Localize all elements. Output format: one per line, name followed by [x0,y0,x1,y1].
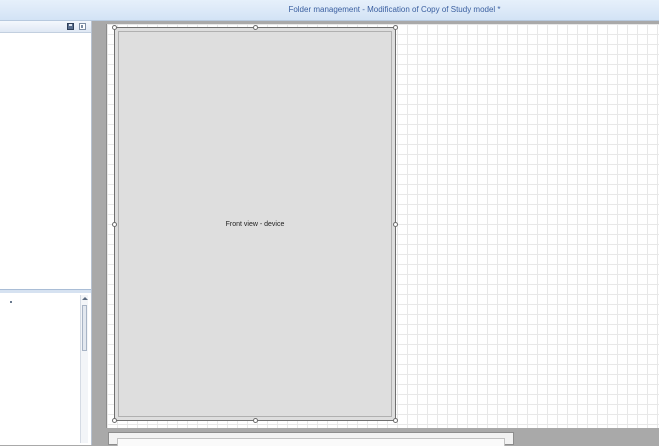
bottom-panel [108,432,514,446]
resize-handle-bottom-right[interactable] [393,418,398,423]
save-icon[interactable] [67,23,74,30]
resize-handle-bottom-left[interactable] [112,418,117,423]
device-label: Front view - device [225,221,285,228]
workspace-gutter [92,21,106,445]
left-panel [0,21,92,445]
resize-handle-bottom[interactable] [253,418,258,423]
device-front-view-shape[interactable]: Front view - device [114,27,396,421]
scroll-thumb[interactable] [82,305,87,351]
left-panel-header [0,21,91,33]
resize-handle-top-right[interactable] [393,25,398,30]
scroll-up-icon[interactable] [82,297,88,300]
tree-node-marker[interactable] [10,301,12,303]
resize-handle-left[interactable] [112,222,117,227]
lower-pane [0,293,91,445]
lower-pane-scrollbar[interactable] [80,295,88,443]
resize-handle-top[interactable] [253,25,258,30]
dock-icon[interactable] [79,23,86,30]
window-title: Folder management - Modification of Copy… [288,5,501,14]
resize-handle-top-left[interactable] [112,25,117,30]
window-titlebar: Folder management - Modification of Copy… [0,0,659,21]
resize-handle-right[interactable] [393,222,398,227]
